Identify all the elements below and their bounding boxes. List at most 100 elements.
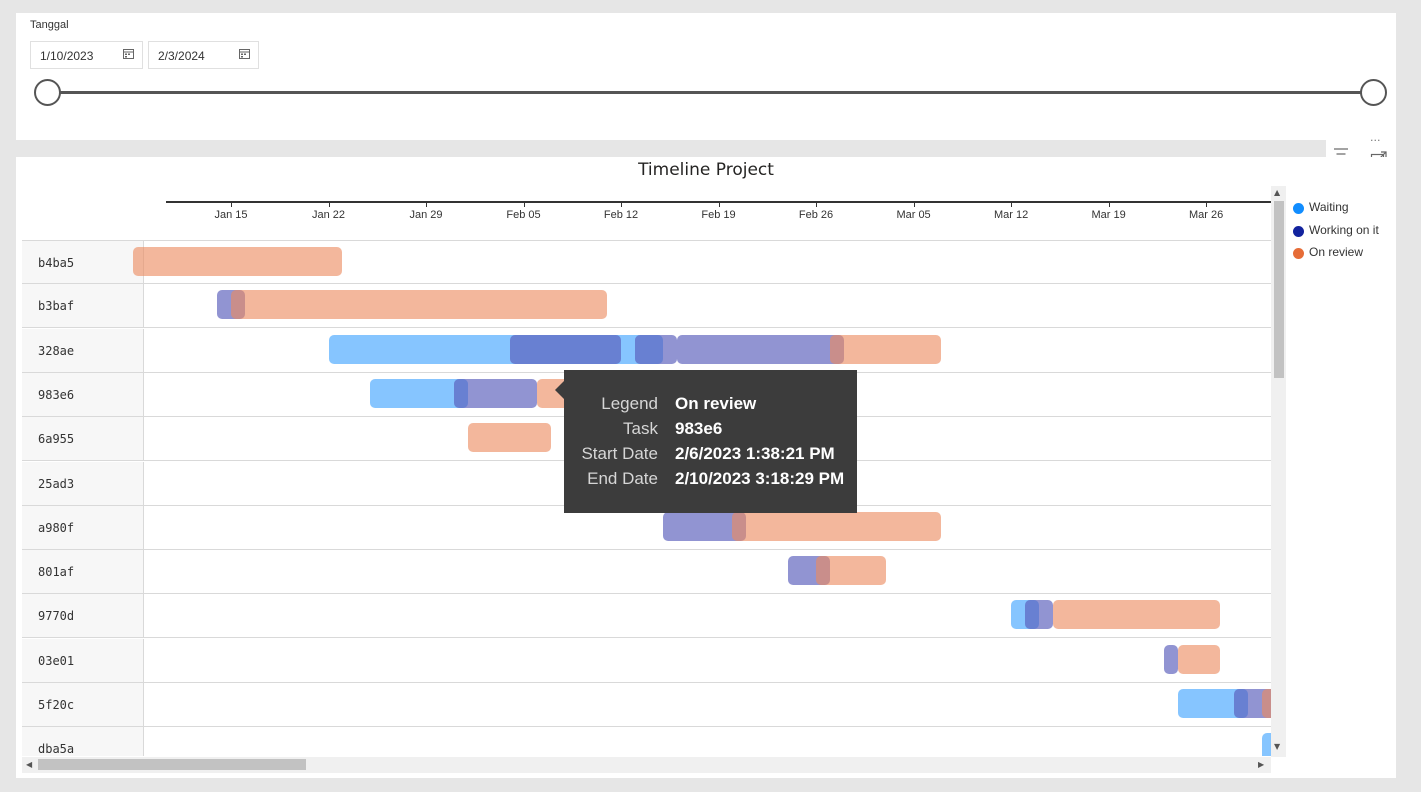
slicer-title: Tanggal	[30, 19, 69, 31]
axis-tick-label: Mar 05	[896, 209, 931, 221]
scroll-up-icon[interactable]: ▲	[1274, 188, 1280, 197]
gantt-bar-review[interactable]	[732, 511, 942, 541]
gantt-row: 328ae	[22, 328, 1271, 373]
gantt-bar-review[interactable]	[1178, 644, 1221, 674]
row-label: 25ad3	[22, 461, 144, 505]
gantt-row: 03e01	[22, 638, 1271, 683]
gantt-row: 801af	[22, 550, 1271, 595]
tooltip-row: Start Date 2/6/2023 1:38:21 PM	[564, 444, 857, 469]
row-label: 9770d	[22, 594, 144, 638]
range-slider-track[interactable]	[48, 91, 1373, 94]
gantt-bar-working[interactable]	[1025, 600, 1053, 630]
tooltip-value: 2/10/2023 3:18:29 PM	[675, 469, 845, 488]
task-name: dba5a	[38, 742, 75, 756]
start-date-value: 1/10/2023	[40, 49, 94, 63]
task-name: 801af	[38, 565, 75, 580]
gantt-bar-review[interactable]	[816, 556, 886, 586]
gantt-row: dba5a	[22, 727, 1271, 756]
tooltip-value: 983e6	[675, 419, 723, 438]
gantt-bar-review[interactable]	[133, 247, 343, 276]
legend-marker	[1293, 225, 1304, 237]
scroll-down-icon[interactable]: ▼	[1274, 742, 1280, 751]
tooltip-pointer	[555, 381, 564, 399]
axis-tick-mark	[913, 201, 915, 207]
gantt-bar-review[interactable]	[1052, 600, 1221, 630]
chart-title: Timeline Project	[638, 160, 774, 180]
legend-label: On review	[1309, 245, 1364, 259]
calendar-icon[interactable]	[123, 48, 134, 59]
legend-marker	[1293, 203, 1304, 214]
gantt-bar-working[interactable]	[1164, 644, 1179, 674]
tooltip-key: Start Date	[581, 444, 658, 463]
gantt-bar-review[interactable]	[467, 423, 552, 453]
scroll-left-icon[interactable]: ◀	[26, 760, 32, 769]
axis-tick-label: Feb 12	[603, 209, 639, 221]
tooltip-row: Legend On review	[564, 394, 857, 419]
axis-tick-label: Feb 19	[701, 209, 736, 221]
gantt-row: b3baf	[22, 284, 1271, 329]
axis-tick-mark	[1011, 201, 1013, 207]
task-name: a980f	[38, 520, 75, 535]
gantt-bar-review[interactable]	[231, 290, 608, 320]
gantt-bar-working[interactable]	[676, 334, 844, 364]
task-name: 5f20c	[38, 698, 75, 712]
tooltip-row: End Date 2/10/2023 3:18:29 PM	[564, 469, 857, 494]
axis-tick-label: Jan 29	[409, 209, 443, 221]
row-label: 801af	[22, 550, 144, 594]
gantt-bar-working[interactable]	[634, 334, 677, 364]
legend-label: Waiting	[1309, 200, 1349, 214]
horizontal-scroll-thumb[interactable]	[38, 759, 306, 770]
task-name: 983e6	[38, 387, 75, 402]
tooltip-key: Task	[623, 419, 658, 438]
tooltip-row: Task 983e6	[564, 419, 857, 444]
end-date-value: 2/3/2024	[158, 49, 205, 63]
axis-tick-label: Feb 05	[506, 209, 541, 221]
start-date-input[interactable]: 1/10/2023	[30, 41, 143, 69]
axis-tick-label: Mar 26	[1188, 209, 1224, 221]
tooltip: Legend On review Task 983e6 Start Date 2/6/20…	[555, 370, 857, 513]
gantt-row: 9770d	[22, 594, 1271, 639]
gantt-bar-waiting[interactable]	[1261, 733, 1271, 756]
axis-tick-mark	[621, 201, 623, 207]
tooltip-value: 2/6/2023 1:38:21 PM	[675, 444, 835, 463]
legend-marker	[1293, 248, 1304, 259]
calendar-icon[interactable]	[239, 48, 250, 59]
range-slider-start-handle[interactable]	[34, 79, 61, 106]
scroll-right-icon[interactable]: ▶	[1258, 760, 1264, 769]
tooltip-key: Legend	[601, 394, 658, 413]
axis-tick-mark	[328, 201, 330, 207]
axis-tick-mark	[231, 201, 232, 207]
task-name: b3baf	[38, 299, 75, 314]
row-label: b4ba5	[22, 241, 144, 283]
task-name: b4ba5	[38, 256, 75, 270]
row-label: 983e6	[22, 372, 144, 416]
end-date-input[interactable]: 2/3/2024	[148, 41, 259, 69]
axis-tick-mark	[718, 201, 720, 207]
gantt-bar-working[interactable]	[453, 378, 538, 408]
axis-tick-mark	[1206, 201, 1208, 207]
row-label: 328ae	[22, 328, 144, 372]
row-label: 5f20c	[22, 683, 144, 726]
gantt-bar-working[interactable]	[509, 334, 622, 364]
row-label: 03e01	[22, 638, 144, 682]
row-label: b3baf	[22, 284, 144, 328]
vertical-scrollbar[interactable]: ▲ ▼	[1271, 186, 1286, 757]
vertical-scroll-thumb[interactable]	[1274, 201, 1284, 378]
row-label: dba5a	[22, 727, 144, 756]
date-slicer: Tanggal 1/10/2023 2/3/2024	[16, 13, 1396, 140]
axis-tick-label: Jan 22	[311, 209, 346, 221]
more-options-icon[interactable]: ···	[1370, 134, 1381, 147]
axis-tick-label: Mar 12	[993, 209, 1029, 221]
axis-tick-mark	[523, 201, 525, 207]
tooltip-value: On review	[675, 394, 757, 413]
gantt-bar-review[interactable]	[1261, 689, 1271, 718]
range-slider-end-handle[interactable]	[1360, 79, 1387, 106]
axis-tick-label: Feb 26	[798, 209, 834, 221]
task-name: 25ad3	[38, 476, 75, 491]
gantt-bar-review[interactable]	[829, 334, 942, 364]
axis-tick-mark	[816, 201, 818, 207]
horizontal-scrollbar[interactable]: ◀ ▶	[22, 757, 1271, 773]
gantt-row: b4ba5	[22, 240, 1271, 284]
axis-tick-label: Mar 19	[1091, 209, 1126, 221]
task-name: 9770d	[38, 609, 75, 624]
